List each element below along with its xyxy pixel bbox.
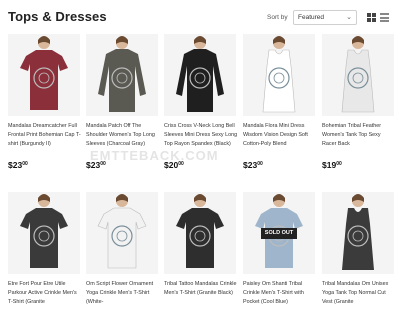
product-image[interactable] [164,192,236,274]
product-price: $2300 [8,160,28,170]
sort-value: Featured [298,14,325,21]
chevron-down-icon: ⌄ [346,14,352,21]
price-dollars: $23 [8,160,23,170]
product-name[interactable]: Om Script Flower Ornament Yoga Crinkle M… [86,280,160,307]
product-image[interactable] [322,192,394,274]
product-image[interactable] [322,34,394,116]
list-view-icon[interactable] [380,13,389,22]
price-cents: 00 [336,161,342,167]
product-image[interactable] [86,34,158,116]
product-name[interactable]: Criss Cross V-Neck Long Bell Sleeves Min… [164,122,238,149]
sort-label: Sort by [267,14,288,21]
product-name[interactable]: Tribal Mandalas Om Unisex Yoga Tank Top … [322,280,396,307]
view-toggle [367,12,391,24]
page-header: Tops & Dresses Sort by Featured ⌄ [0,0,400,34]
watermark: EMTTEBACK.COM [90,148,219,163]
product-name[interactable]: Bohemian Tribal Feather Women's Tank Top… [322,122,396,149]
price-cents: 00 [22,161,28,167]
product-name[interactable]: Etre Fort Pour Etre Utile Parkour Active… [8,280,82,307]
price-dollars: $23 [243,160,258,170]
product-image[interactable] [164,34,236,116]
product-name[interactable]: Mandalas Dreamcatcher Full Frontal Print… [8,122,82,149]
grid-view-icon[interactable] [367,13,376,22]
product-price: $2300 [243,160,263,170]
product-price: $1900 [322,160,342,170]
sort-select[interactable]: Featured ⌄ [293,10,357,25]
sold-out-badge: SOLD OUT [261,228,297,239]
price-dollars: $19 [322,160,337,170]
product-name[interactable]: Mandala Flora Mini Dress Wisdom Vision D… [243,122,317,149]
product-image[interactable] [8,192,80,274]
page-title: Tops & Dresses [8,9,107,24]
product-name[interactable]: Tribal Tattoo Mandalas Crinkle Men's T-S… [164,280,238,298]
product-name[interactable]: Mandala Patch Off The Shoulder Women's T… [86,122,160,149]
product-image[interactable] [243,34,315,116]
product-name[interactable]: Paisley Om Shanti Tribal Crinkle Men's T… [243,280,317,307]
product-image[interactable] [8,34,80,116]
product-image[interactable] [86,192,158,274]
price-cents: 00 [257,161,263,167]
